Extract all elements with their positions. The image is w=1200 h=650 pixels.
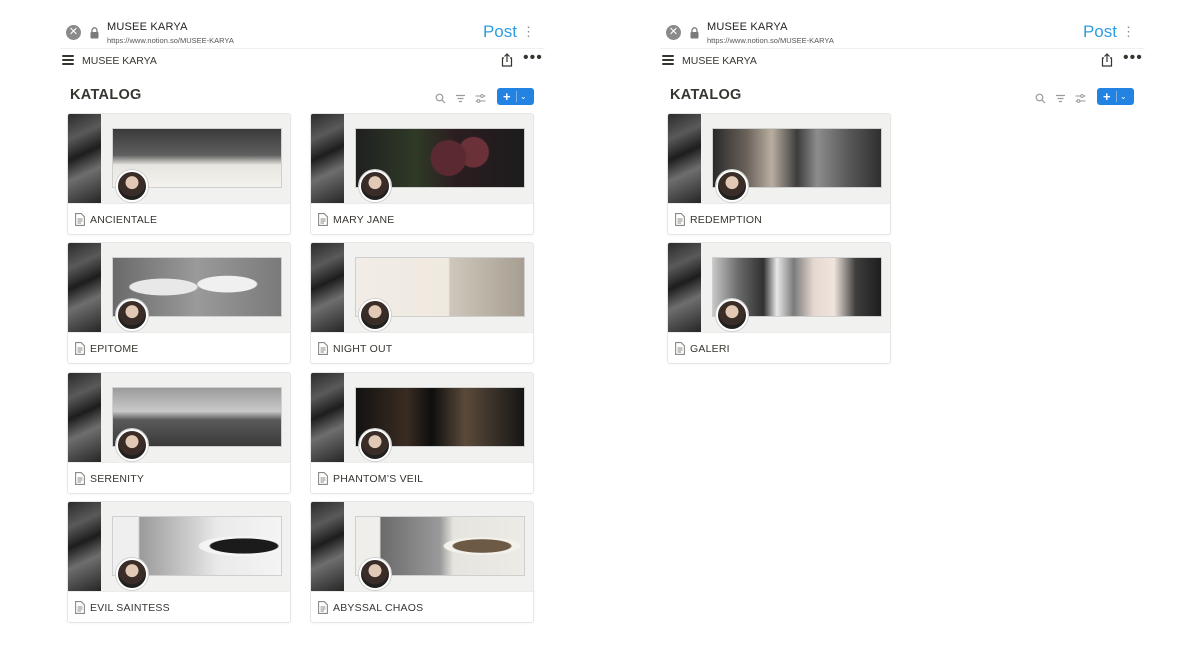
card-cover [68,502,290,591]
more-dots-icon[interactable]: ••• [523,49,543,67]
new-button[interactable]: + ⌄ [497,88,534,105]
page-icon [318,601,328,614]
site-title: MUSEE KARYA [107,21,188,33]
post-button[interactable]: Post [483,22,517,42]
page-icon [675,213,685,226]
site-title: MUSEE KARYA [707,21,788,33]
gallery-card[interactable]: SERENITY [67,372,291,494]
card-title: NIGHT OUT [333,343,393,355]
card-cover [311,502,533,591]
page-title[interactable]: MUSEE KARYA [682,55,757,67]
card-cover [68,373,290,462]
share-icon[interactable] [1100,53,1114,67]
gallery-card[interactable]: NIGHT OUT [310,242,534,364]
page-icon [75,213,85,226]
share-icon[interactable] [500,53,514,67]
page-icon [318,472,328,485]
search-icon[interactable] [435,91,446,104]
gallery-card[interactable]: REDEMPTION [667,113,891,235]
card-cover [68,114,290,203]
sliders-icon[interactable] [1075,91,1086,103]
gallery-card[interactable]: PHANTOM’S VEIL [310,372,534,494]
gallery-card[interactable]: MARY JANE [310,113,534,235]
chevron-down-icon[interactable]: ⌄ [135,92,142,101]
avatar [116,429,148,461]
site-url: https://www.notion.so/MUSEE-KARYA [107,36,234,45]
chevron-down-icon[interactable]: ⌄ [520,89,527,105]
page-header: MUSEE KARYA ••• [660,48,1145,74]
database-title[interactable]: KATALOG [670,87,742,103]
filter-icon[interactable] [1055,91,1066,103]
card-title: EPITOME [90,343,139,355]
hamburger-icon[interactable] [662,55,674,65]
more-dots-icon[interactable]: ••• [1123,49,1143,67]
avatar [359,299,391,331]
hamburger-icon[interactable] [62,55,74,65]
avatar [716,299,748,331]
lock-icon [90,27,99,39]
card-title: ABYSSAL CHAOS [333,602,424,614]
avatar [116,558,148,590]
sliders-icon[interactable] [475,91,486,103]
lock-icon [690,27,699,39]
chevron-down-icon[interactable]: ⌄ [1120,89,1127,105]
avatar [359,170,391,202]
page-icon [75,472,85,485]
browser-bar: ✕ MUSEE KARYA https://www.notion.so/MUSE… [60,16,545,49]
search-icon[interactable] [1035,91,1046,104]
close-icon[interactable]: ✕ [666,25,681,40]
avatar [359,429,391,461]
page-icon [675,342,685,355]
page-icon [318,342,328,355]
chevron-down-icon[interactable]: ⌄ [735,92,742,101]
gallery-card[interactable]: ANCIENTALE [67,113,291,235]
gallery-card[interactable]: ABYSSAL CHAOS [310,501,534,623]
card-cover [311,243,533,332]
left-screenshot: ✕ MUSEE KARYA https://www.notion.so/MUSE… [0,0,600,650]
close-icon[interactable]: ✕ [66,25,81,40]
page-icon [318,213,328,226]
card-cover [68,243,290,332]
avatar [359,558,391,590]
site-url: https://www.notion.so/MUSEE-KARYA [707,36,834,45]
new-button[interactable]: + ⌄ [1097,88,1134,105]
card-title: REDEMPTION [690,214,763,226]
page-header: MUSEE KARYA ••• [60,48,545,74]
kebab-icon[interactable]: ⋮ [522,25,535,38]
plus-icon: + [503,89,511,104]
card-title: GALERI [690,343,730,355]
card-title: ANCIENTALE [90,214,158,226]
avatar [116,299,148,331]
card-cover [311,373,533,462]
kebab-icon[interactable]: ⋮ [1122,25,1135,38]
browser-bar: ✕ MUSEE KARYA https://www.notion.so/MUSE… [660,16,1145,49]
page-icon [75,342,85,355]
card-title: PHANTOM’S VEIL [333,473,424,485]
gallery-card[interactable]: EPITOME [67,242,291,364]
card-cover [311,114,533,203]
avatar [716,170,748,202]
card-title: MARY JANE [333,214,395,226]
database-title[interactable]: KATALOG [70,87,142,103]
avatar [116,170,148,202]
right-screenshot: ✕ MUSEE KARYA https://www.notion.so/MUSE… [600,0,1200,650]
card-cover [668,243,890,332]
card-title: EVIL SAINTESS [90,602,170,614]
card-title: SERENITY [90,473,145,485]
page-icon [75,601,85,614]
card-cover [668,114,890,203]
gallery-card[interactable]: EVIL SAINTESS [67,501,291,623]
page-title[interactable]: MUSEE KARYA [82,55,157,67]
post-button[interactable]: Post [1083,22,1117,42]
gallery-card[interactable]: GALERI [667,242,891,364]
plus-icon: + [1103,89,1111,104]
filter-icon[interactable] [455,91,466,103]
